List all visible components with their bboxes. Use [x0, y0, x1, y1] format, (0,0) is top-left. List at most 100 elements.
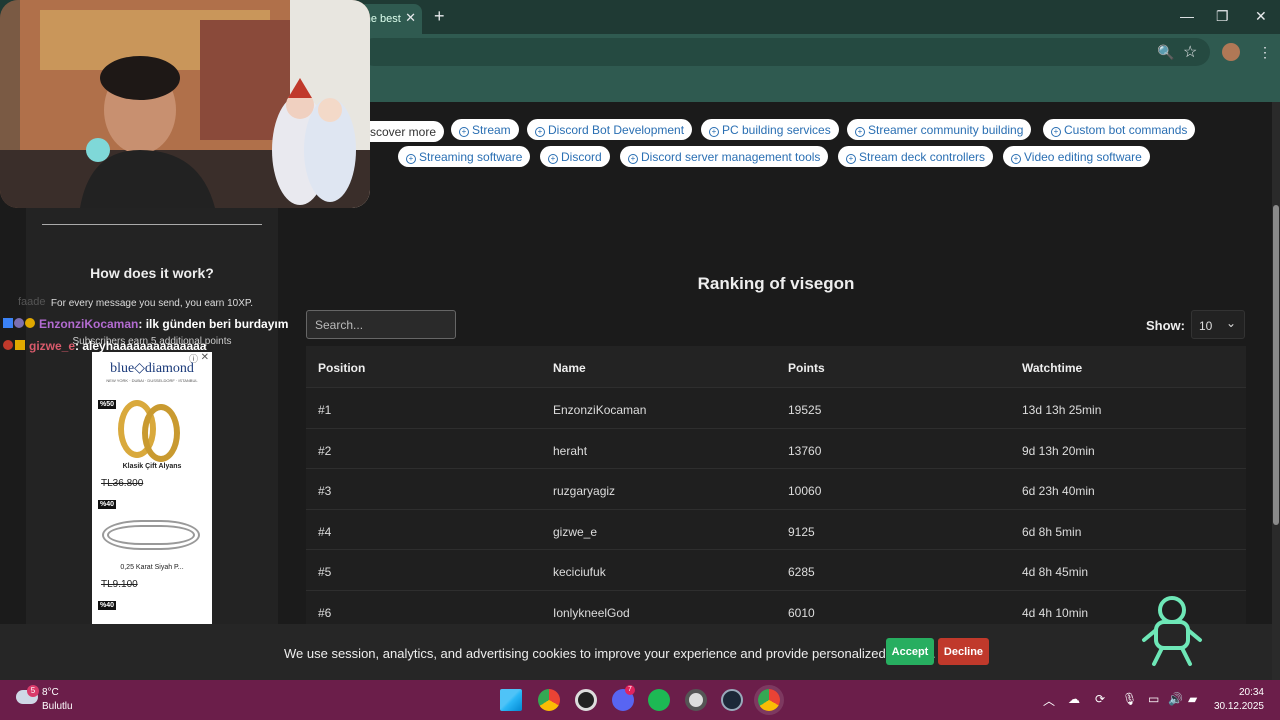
minimize-button[interactable]: —	[1180, 8, 1194, 24]
chat-text: : ilk günden beri burdayım	[138, 317, 289, 331]
watchtime-cell: 4d 8h 45min	[1022, 565, 1089, 579]
zoom-icon[interactable]: 🔍	[1157, 44, 1174, 61]
tag-label: Video editing software	[1024, 150, 1142, 164]
table-row: #2 heraht 13760 9d 13h 20min	[306, 427, 1246, 468]
crown-icon	[15, 340, 25, 350]
position-cell: #6	[318, 605, 332, 620]
accept-cookies-button[interactable]: Accept	[886, 638, 934, 665]
ad-product-price: TL9.100	[101, 579, 138, 590]
search-input[interactable]	[306, 310, 456, 339]
tray-app-icon[interactable]: ☁	[1068, 692, 1080, 706]
chat-message: EnzonziKocaman: ilk günden beri burdayım	[3, 317, 288, 331]
name-cell: keciciufuk	[553, 565, 606, 579]
tray-sync-icon[interactable]: ⟳	[1095, 692, 1105, 706]
ad-discount-badge: %40	[98, 500, 117, 509]
tag-label: Discord Bot Development	[548, 123, 685, 137]
battery-icon[interactable]: ▰	[1188, 692, 1197, 706]
points-cell: 9125	[788, 524, 815, 539]
watchtime-cell: 6d 23h 40min	[1022, 484, 1095, 498]
tag-video-editing-software[interactable]: + Video editing software	[1003, 146, 1150, 167]
microphone-icon[interactable]: 🎙	[1122, 692, 1137, 706]
badge-icon	[3, 340, 13, 350]
windows-taskbar: 5 8°C Bulutlu 7 ︿ ☁ ⟳ 🎙 ▭ 🔊 ▰ 20:34 30.1…	[0, 680, 1280, 720]
maximize-button[interactable]: ❐	[1216, 8, 1229, 25]
weather-description[interactable]: Bulutlu	[42, 701, 73, 712]
tag-label: Streaming software	[419, 150, 523, 164]
chat-username: EnzonziKocaman	[39, 317, 139, 331]
browser-menu-icon[interactable]: ⋮	[1258, 44, 1272, 61]
tag-stream[interactable]: + Stream	[451, 119, 519, 140]
column-header-points[interactable]: Points	[788, 361, 825, 375]
tab-close-icon[interactable]: ✕	[405, 10, 416, 26]
chrome-active-icon[interactable]	[758, 689, 780, 711]
points-cell: 6285	[788, 565, 815, 579]
chat-ghost-text: faade	[18, 296, 46, 308]
clock-time[interactable]: 20:34	[1228, 687, 1264, 698]
cookie-text: We use session, analytics, and advertisi…	[284, 646, 936, 661]
discover-more-tag[interactable]: scover more	[368, 121, 445, 142]
plus-circle-icon: +	[709, 127, 719, 137]
points-cell: 13760	[788, 443, 822, 458]
name-cell: EnzonziKocaman	[553, 403, 647, 417]
window-close-button[interactable]: ✕	[1255, 8, 1267, 25]
tray-overflow-icon[interactable]: ︿	[1043, 692, 1055, 709]
bookmark-star-icon[interactable]: ☆	[1183, 42, 1197, 62]
tag-stream-deck-controllers[interactable]: + Stream deck controllers	[838, 146, 994, 167]
chrome-icon[interactable]	[538, 689, 560, 711]
profile-avatar[interactable]	[1222, 43, 1240, 61]
ad-discount-badge: %40	[98, 601, 117, 610]
watchtime-cell: 4d 4h 10min	[1022, 605, 1089, 620]
column-header-watchtime[interactable]: Watchtime	[1022, 361, 1082, 375]
position-cell: #4	[318, 524, 332, 539]
address-bar[interactable]	[360, 38, 1210, 66]
tag-streaming-software[interactable]: + Streaming software	[398, 146, 531, 167]
obs-icon[interactable]	[575, 689, 597, 711]
tag-custom-bot-commands[interactable]: + Custom bot commands	[1043, 119, 1196, 140]
gold-ring-image	[142, 404, 180, 462]
steelseries-icon[interactable]	[685, 689, 707, 711]
table-header: Position Name Points Watchtime	[306, 346, 1246, 387]
new-tab-button[interactable]: +	[434, 6, 445, 27]
ad-discount-badge: %50	[98, 400, 117, 409]
plus-circle-icon: +	[628, 154, 638, 164]
network-icon[interactable]: ▭	[1148, 692, 1159, 706]
position-cell: #5	[318, 565, 332, 579]
windows-start-icon[interactable]	[500, 689, 522, 711]
plus-circle-icon: +	[535, 127, 545, 137]
decline-cookies-button[interactable]: Decline	[938, 638, 989, 665]
clock-date[interactable]: 30.12.2025	[1212, 701, 1264, 712]
how-it-works-title: How does it work?	[90, 265, 214, 281]
how-it-works-text: For every message you send, you earn 10X…	[50, 298, 254, 309]
show-count-select[interactable]: 10 ⌄	[1191, 310, 1245, 339]
scrollbar-thumb[interactable]	[1273, 205, 1279, 525]
weather-temperature[interactable]: 8°C	[42, 687, 59, 698]
advertisement[interactable]: ⓘ ✕ blue◇diamond NEW YORK · DUBAI · DUSS…	[92, 352, 212, 624]
tag-discord[interactable]: + Discord	[540, 146, 610, 167]
spotify-icon[interactable]	[648, 689, 670, 711]
column-header-name[interactable]: Name	[553, 361, 586, 375]
watchtime-cell: 6d 8h 5min	[1022, 524, 1082, 539]
chat-text: : aleyhaaaaaaaaaaaaaa	[75, 339, 207, 353]
table-row: #4 gizwe_e 9125 6d 8h 5min	[306, 508, 1246, 549]
plus-circle-icon: +	[1011, 154, 1021, 164]
tag-label: Streamer community building	[868, 123, 1024, 137]
tag-label: Discord	[561, 150, 602, 164]
points-cell: 10060	[788, 484, 822, 498]
steam-icon[interactable]	[721, 689, 743, 711]
show-label: Show:	[1146, 318, 1185, 333]
ranking-table: Position Name Points Watchtime #1 Enzonzi…	[306, 346, 1246, 630]
volume-icon[interactable]: 🔊	[1168, 692, 1183, 706]
show-count-value: 10	[1199, 319, 1213, 333]
ranking-title: Ranking of visegon	[697, 274, 855, 293]
tag-pc-building-services[interactable]: + PC building services	[701, 119, 839, 140]
name-cell: heraht	[553, 443, 588, 458]
tag-discord-server-management-tools[interactable]: + Discord server management tools	[620, 146, 829, 167]
ad-brand-cities: NEW YORK · DUBAI · DUSSELDORF · ISTANBUL	[106, 378, 198, 383]
column-header-position[interactable]: Position	[318, 361, 365, 375]
tag-discord-bot-development[interactable]: + Discord Bot Development	[527, 119, 693, 140]
name-cell: gizwe_e	[553, 524, 598, 539]
mascot-icon[interactable]	[1140, 596, 1204, 668]
plus-circle-icon: +	[548, 154, 558, 164]
tag-streamer-community-building[interactable]: + Streamer community building	[847, 119, 1032, 140]
chat-message: gizwe_e: aleyhaaaaaaaaaaaaaa	[3, 339, 206, 353]
